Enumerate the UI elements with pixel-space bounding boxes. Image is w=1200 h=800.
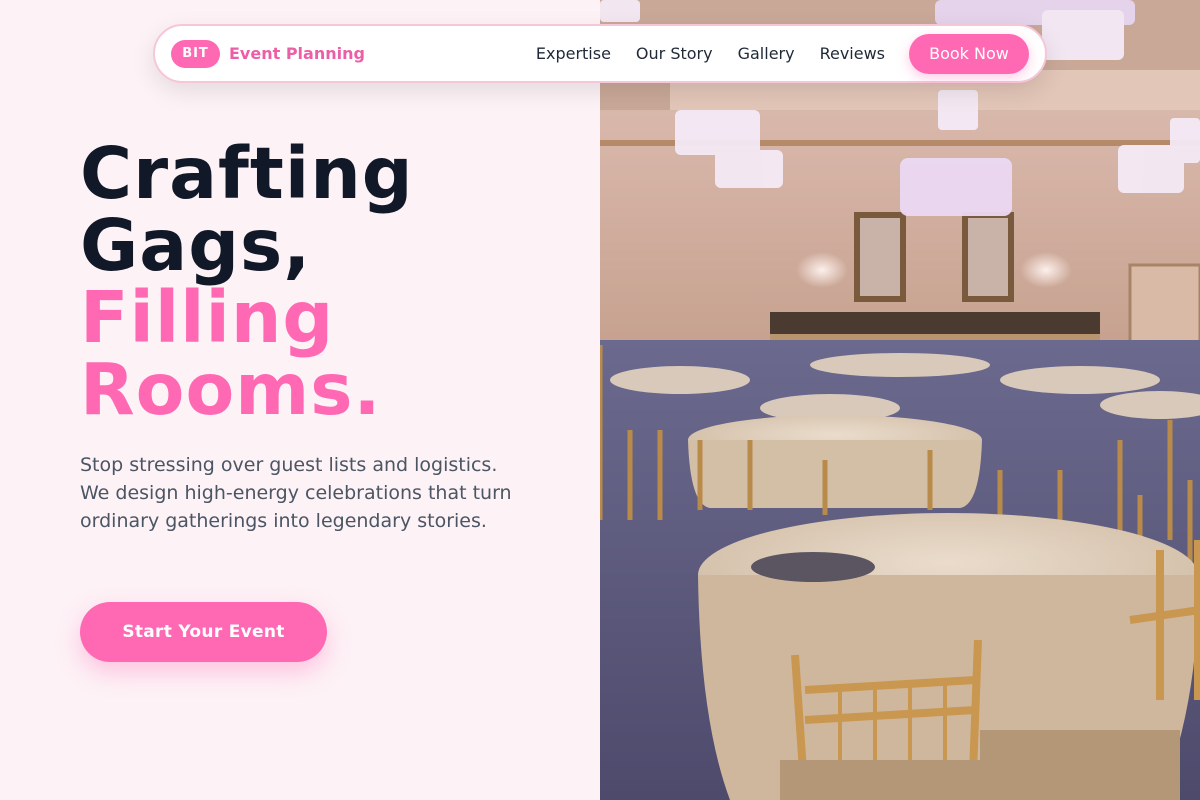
hero-image [600,0,1200,800]
headline-line-3: Filling [80,276,335,359]
hero-headline: Crafting Gags, Filling Rooms. [80,138,414,426]
nav-link-reviews[interactable]: Reviews [820,44,885,63]
brand-logo[interactable]: BIT Event Planning [171,39,365,68]
nav-link-gallery[interactable]: Gallery [738,44,795,63]
headline-line-2: Gags, [80,204,312,287]
start-your-event-button[interactable]: Start Your Event [80,602,327,662]
headline-line-1: Crafting [80,132,414,215]
nav-links: Expertise Our Story Gallery Reviews Book… [536,33,1029,74]
ballroom-photo-illustration [600,0,1200,800]
nav-link-our-story[interactable]: Our Story [636,44,713,63]
headline-line-4: Rooms. [80,348,382,431]
book-now-button[interactable]: Book Now [909,33,1029,74]
nav-link-expertise[interactable]: Expertise [536,44,611,63]
hero-subtext: Stop stressing over guest lists and logi… [80,454,512,532]
top-navbar: BIT Event Planning Expertise Our Story G… [153,24,1047,83]
brand-name: Event Planning [229,44,365,63]
brand-badge: BIT [171,39,220,68]
